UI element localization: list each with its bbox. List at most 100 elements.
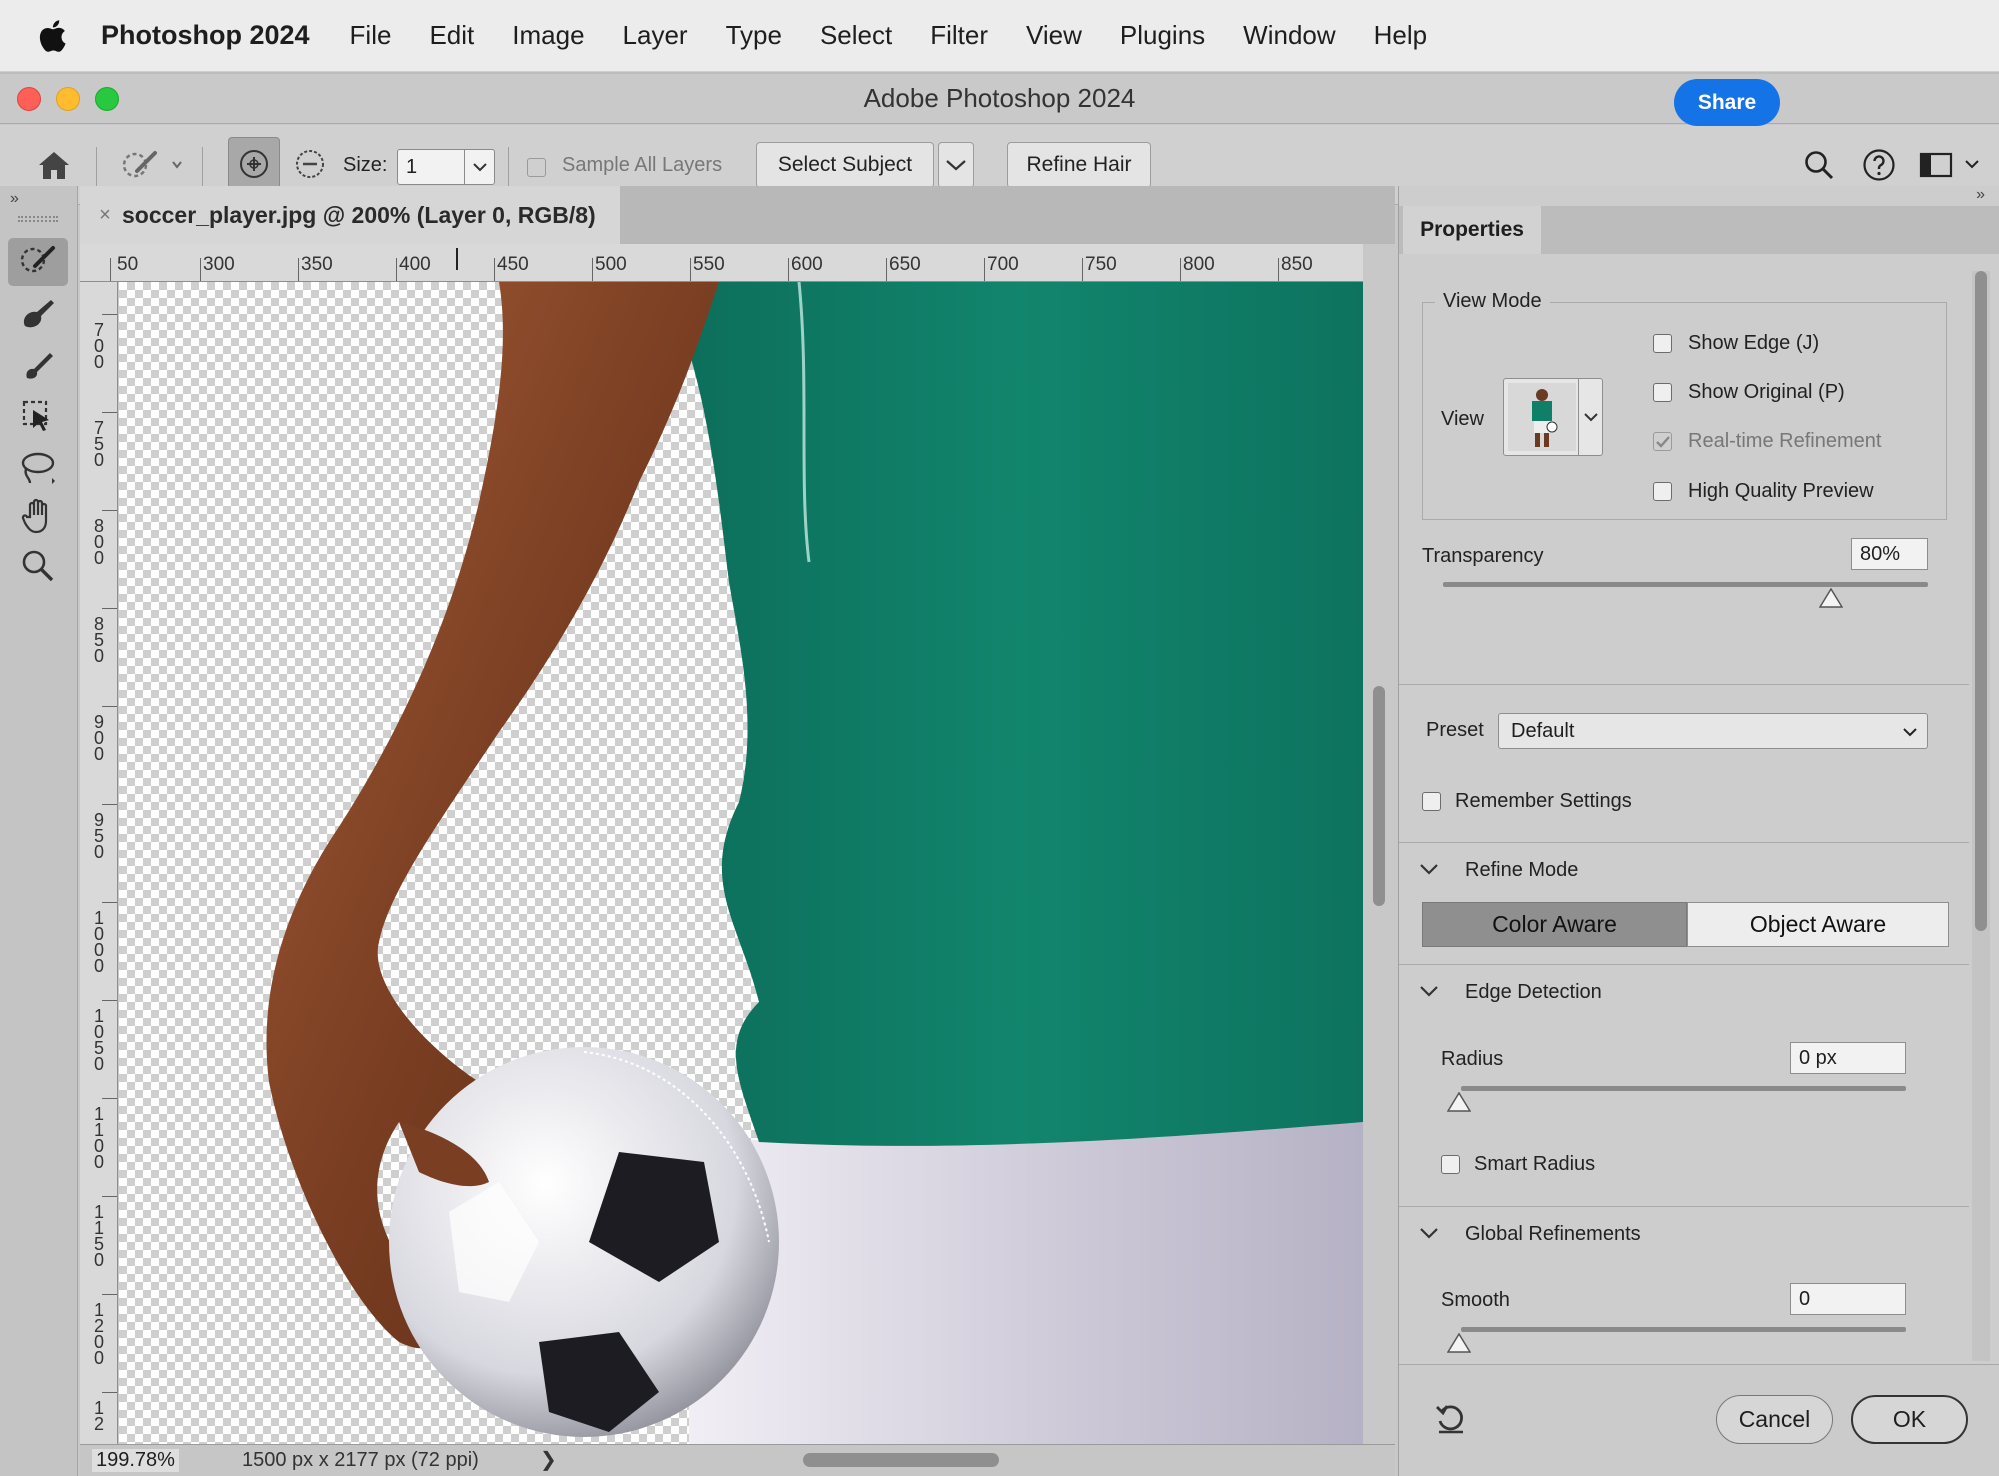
help-button[interactable]	[1857, 141, 1901, 189]
h-ruler-label: 350	[301, 254, 333, 275]
smart-radius-checkbox[interactable]	[1441, 1155, 1460, 1174]
document-tab[interactable]: × soccer_player.jpg @ 200% (Layer 0, RGB…	[80, 186, 620, 244]
v-ruler-tick	[102, 1294, 117, 1295]
tab-properties[interactable]: Properties	[1403, 206, 1541, 254]
transparency-input[interactable]: 80%	[1851, 538, 1928, 570]
canvas-vertical-scrollbar[interactable]	[1368, 282, 1390, 1444]
close-document-icon[interactable]: ×	[88, 204, 122, 227]
menu-view[interactable]: View	[1026, 20, 1082, 51]
menu-help[interactable]: Help	[1374, 20, 1427, 51]
refine-mode-title: Refine Mode	[1465, 859, 1579, 881]
remember-settings-checkbox[interactable]	[1422, 792, 1441, 811]
status-menu-arrow[interactable]: ❯	[540, 1447, 557, 1472]
remember-settings-label: Remember Settings	[1455, 790, 1632, 812]
menu-file[interactable]: File	[350, 20, 392, 51]
add-to-selection-button[interactable]	[228, 137, 280, 191]
quick-selection-tool[interactable]	[8, 238, 68, 286]
object-aware-button[interactable]: Object Aware	[1687, 902, 1949, 947]
expand-panel-icon[interactable]: »	[10, 190, 19, 208]
transparency-slider-track[interactable]	[1443, 582, 1928, 587]
sample-all-layers-checkbox[interactable]	[527, 158, 546, 177]
horizontal-scrollbar-thumb[interactable]	[803, 1453, 999, 1467]
horizontal-ruler: 50 300 350 400 450 500 550 600 650 700 7…	[80, 244, 1363, 282]
home-button[interactable]	[28, 141, 80, 189]
v-ruler-label: 1100	[93, 1104, 104, 1172]
v-ruler-tick	[102, 510, 117, 511]
window-title: Adobe Photoshop 2024	[863, 83, 1136, 113]
smooth-slider-handle[interactable]	[1446, 1332, 1472, 1353]
divider	[1399, 1206, 1969, 1207]
panel-grip[interactable]	[18, 216, 58, 222]
v-ruler-label: 1200	[93, 1300, 104, 1368]
ok-button[interactable]: OK	[1851, 1395, 1968, 1444]
menu-filter[interactable]: Filter	[930, 20, 988, 51]
scrollbar-thumb[interactable]	[1373, 686, 1385, 906]
document-canvas[interactable]	[119, 282, 1363, 1444]
workspace-switcher-button[interactable]	[1917, 141, 1987, 189]
radius-slider-track[interactable]	[1461, 1086, 1906, 1091]
v-ruler-label: 800	[93, 516, 104, 568]
document-tab-title: soccer_player.jpg @ 200% (Layer 0, RGB/8…	[122, 201, 596, 228]
menu-layer[interactable]: Layer	[623, 20, 688, 51]
v-ruler-tick	[102, 1392, 117, 1393]
menu-window[interactable]: Window	[1243, 20, 1335, 51]
zoom-level-field[interactable]: 199.78%	[92, 1449, 179, 1472]
refine-hair-button[interactable]: Refine Hair	[1007, 142, 1151, 188]
h-ruler-label: 800	[1183, 254, 1215, 275]
refine-edge-brush-tool[interactable]	[8, 290, 68, 338]
collapse-panel-icon[interactable]: »	[1976, 186, 1985, 204]
chevron-down-icon	[1578, 379, 1602, 455]
app-name-menu[interactable]: Photoshop 2024	[101, 20, 310, 51]
size-dropdown[interactable]: 1	[397, 149, 495, 185]
lasso-tool[interactable]	[8, 444, 68, 492]
transparency-label: Transparency	[1422, 545, 1544, 567]
select-subject-button[interactable]: Select Subject	[756, 142, 934, 188]
close-window-button[interactable]	[17, 87, 41, 111]
quick-selection-brush-icon	[122, 151, 182, 178]
transparency-slider-handle[interactable]	[1818, 587, 1844, 608]
global-refinements-chevron-icon[interactable]	[1419, 1226, 1439, 1245]
edge-detection-chevron-icon[interactable]	[1419, 984, 1439, 1003]
share-button[interactable]: Share	[1674, 79, 1780, 126]
smart-radius-label: Smart Radius	[1474, 1153, 1596, 1175]
subtract-from-selection-button[interactable]	[288, 139, 332, 189]
scrollbar-thumb[interactable]	[1975, 271, 1987, 931]
refine-mode-chevron-icon[interactable]	[1419, 862, 1439, 881]
macos-menubar: Photoshop 2024 File Edit Image Layer Typ…	[0, 0, 1999, 72]
brush-tool[interactable]	[8, 342, 68, 390]
cancel-button[interactable]: Cancel	[1716, 1395, 1833, 1444]
zoom-window-button[interactable]	[95, 87, 119, 111]
smooth-slider-track[interactable]	[1461, 1327, 1906, 1332]
minimize-window-button[interactable]	[56, 87, 80, 111]
menu-edit[interactable]: Edit	[429, 20, 474, 51]
radius-slider-handle[interactable]	[1446, 1091, 1472, 1112]
select-subject-dropdown[interactable]	[938, 142, 974, 188]
radius-input[interactable]: 0 px	[1790, 1042, 1906, 1074]
vertical-ruler: 700 750 800 850 900 950 1000 1050 1100 1150 1200 12	[80, 282, 118, 1444]
smooth-input[interactable]: 0	[1790, 1283, 1906, 1315]
v-ruler-label: 700	[93, 320, 104, 372]
show-original-checkbox[interactable]	[1653, 383, 1672, 402]
properties-scrollbar[interactable]	[1972, 271, 1990, 1361]
menu-select[interactable]: Select	[820, 20, 892, 51]
tool-preset-picker[interactable]	[112, 141, 188, 189]
search-button[interactable]	[1797, 141, 1841, 189]
object-selection-tool[interactable]	[8, 392, 68, 440]
properties-panel: » Properties View Mode View Show Edge (J…	[1398, 186, 1999, 1476]
zoom-tool[interactable]	[8, 542, 68, 590]
view-mode-dropdown[interactable]	[1503, 378, 1603, 456]
menu-type[interactable]: Type	[726, 20, 782, 51]
color-aware-button[interactable]: Color Aware	[1422, 902, 1687, 947]
show-edge-checkbox[interactable]	[1653, 334, 1672, 353]
menu-plugins[interactable]: Plugins	[1120, 20, 1205, 51]
apple-logo-icon[interactable]	[37, 19, 87, 53]
properties-footer: Cancel OK	[1399, 1364, 1999, 1476]
realtime-refinement-checkbox[interactable]	[1653, 432, 1672, 451]
v-ruler-tick	[102, 1196, 117, 1197]
reset-button[interactable]	[1433, 1401, 1469, 1442]
menu-image[interactable]: Image	[512, 20, 584, 51]
hand-tool[interactable]	[8, 492, 68, 540]
high-quality-preview-checkbox[interactable]	[1653, 482, 1672, 501]
v-ruler-label: 1150	[93, 1202, 104, 1270]
preset-dropdown[interactable]: Default	[1498, 713, 1928, 749]
